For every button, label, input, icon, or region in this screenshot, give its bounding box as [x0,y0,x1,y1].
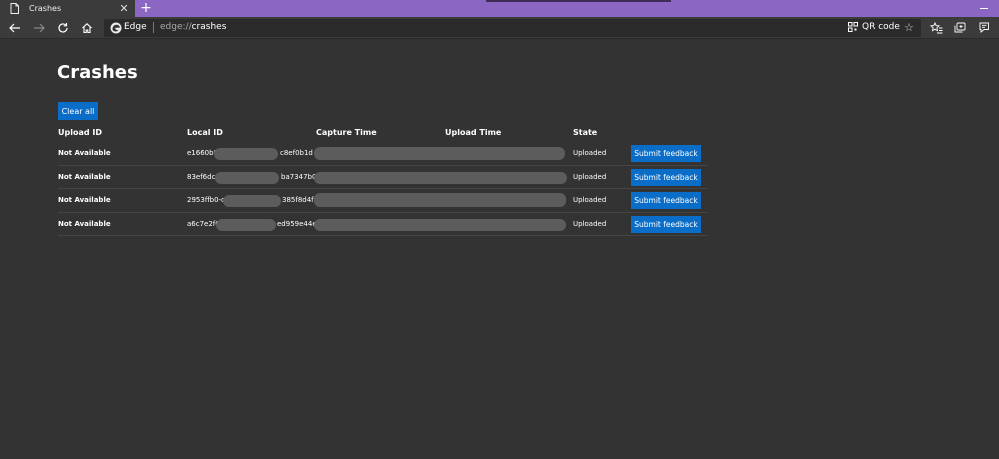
table-row: Not Available 2953ffb0-c 385f8d4f1 Uploa… [58,189,708,213]
collections-button[interactable] [952,20,968,36]
local-id-end: c8ef0b1d [280,149,313,157]
page-title: Crashes [57,62,138,83]
column-header-state: State [573,128,598,137]
redacted-local-id [214,148,278,160]
redacted-timestamps [314,147,565,160]
table-row: Not Available 83ef6dc8 ba7347b0 Uploaded… [58,166,708,190]
back-button[interactable] [7,20,23,36]
feedback-button[interactable] [976,20,992,36]
url-scheme: edge:// [160,22,192,32]
new-tab-button[interactable]: + [139,1,153,16]
favorite-star-icon[interactable]: ☆ [904,21,914,34]
url-path: crashes [191,22,227,32]
redacted-timestamps [314,218,566,231]
page-icon [7,2,21,16]
close-tab-icon[interactable]: ✕ [117,2,131,16]
table-header: Upload ID Local ID Capture Time Upload T… [58,128,708,142]
site-identity-label: Edge [124,22,147,32]
local-id-start: 2953ffb0-c [187,196,225,205]
back-arrow-icon [9,23,20,33]
local-id-end: ba7347b0 [281,172,317,181]
column-header-capture-time: Capture Time [316,128,377,137]
state-cell: Uploaded [573,219,607,228]
redacted-local-id [215,171,279,184]
upload-id-cell: Not Available [58,196,111,205]
home-icon [82,23,92,34]
local-id-end: 385f8d4f1 [282,196,319,205]
redacted-timestamps [314,171,567,184]
qr-code-label: QR code [862,22,900,32]
submit-feedback-button[interactable]: Submit feedback [631,145,701,162]
favorites-button[interactable] [928,20,944,36]
redacted-local-id [223,195,281,208]
state-cell: Uploaded [573,149,607,157]
browser-toolbar: Edge edge://crashes QR code ☆ [0,17,999,39]
qr-code-icon [848,22,858,32]
state-cell: Uploaded [573,196,607,205]
redacted-local-id [216,218,276,231]
collections-icon [954,22,966,33]
table-row: Not Available a6c7e2f0- ed959e44e9 Uploa… [58,213,708,237]
state-cell: Uploaded [573,172,607,181]
title-bar-notch [486,0,671,2]
upload-id-cell: Not Available [58,172,111,181]
submit-feedback-button[interactable]: Submit feedback [631,215,701,233]
table-row: Not Available e1660b81 c8ef0b1d Uploaded… [58,142,708,166]
edge-logo-icon [110,22,122,34]
favorites-list-icon [929,22,942,34]
upload-id-cell: Not Available [58,149,111,157]
submit-feedback-button[interactable]: Submit feedback [631,168,701,186]
url-text: edge://crashes [160,22,226,32]
upload-id-cell: Not Available [58,219,111,228]
forward-button[interactable] [31,20,47,36]
column-header-upload-time: Upload Time [445,128,502,137]
clear-all-button[interactable]: Clear all [58,102,98,120]
home-button[interactable] [79,20,95,36]
refresh-icon [58,23,68,33]
column-header-upload-id: Upload ID [58,128,102,137]
tab-crashes[interactable]: Crashes ✕ [0,0,135,17]
title-bar: Crashes ✕ + [0,0,999,17]
feedback-icon [979,22,989,33]
submit-feedback-button[interactable]: Submit feedback [631,192,701,210]
address-bar[interactable]: Edge edge://crashes QR code ☆ [104,19,921,37]
tab-title: Crashes [29,4,62,13]
crashes-table: Upload ID Local ID Capture Time Upload T… [58,128,708,237]
column-header-local-id: Local ID [187,128,223,137]
forward-arrow-icon [34,23,45,33]
page-content: Crashes Clear all Upload ID Local ID Cap… [0,40,999,459]
minimize-button[interactable] [978,3,992,14]
refresh-button[interactable] [55,20,71,36]
address-separator [153,22,154,33]
qr-code-button[interactable]: QR code [848,22,900,32]
redacted-timestamps [314,193,566,208]
